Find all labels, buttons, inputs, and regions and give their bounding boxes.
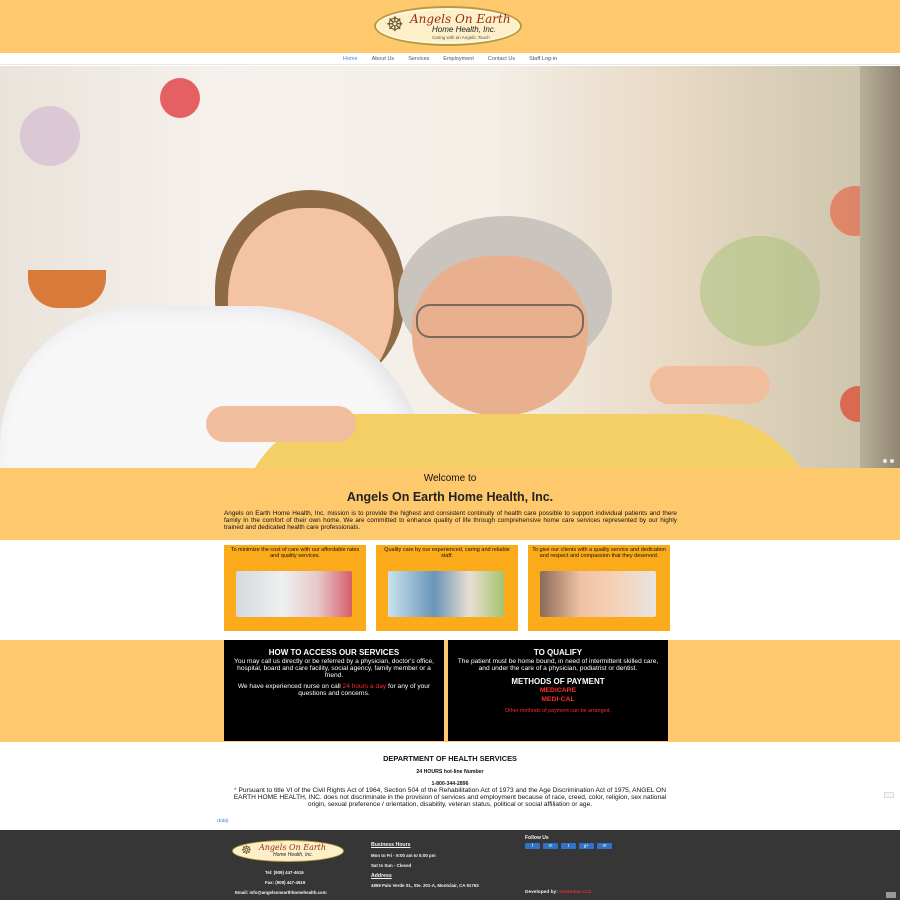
site-footer: ☸ Angels On Earth Home Health, Inc. Tel:… [0, 830, 900, 900]
feature-card-text: To give our clients with a quality servi… [532, 547, 666, 560]
department-section: DEPARTMENT OF HEALTH SERVICES 24 HOURS h… [0, 742, 900, 830]
qualify-title: TO QUALIFY [533, 648, 583, 657]
welcome-title: Angels On Earth Home Health, Inc. [346, 490, 554, 504]
site-header: ☸ Angels On Earth Home Health, Inc. Cari… [0, 0, 900, 53]
qualify-body: The patient must be home bound, in need … [457, 658, 659, 673]
caregiver-photo [388, 571, 504, 617]
footer-address: 4959 Palo Verde St., Ste. 201-A, Montcla… [371, 883, 479, 888]
caregiver-photo [236, 571, 352, 617]
developer-link[interactable]: GoGlobal LLC. [559, 890, 593, 895]
nav-staff-login[interactable]: Staff Log-in [522, 53, 564, 64]
follow-us-title: Follow Us [525, 835, 549, 841]
angel-icon: ☸ [386, 12, 404, 36]
payment-other: Other methods of payment can be arranged… [504, 708, 612, 715]
nav-contact-us[interactable]: Contact Us [481, 53, 522, 64]
nav-services[interactable]: Services [401, 53, 436, 64]
feature-card-quality: Quality care by our experienced, caring … [376, 545, 518, 631]
access-body: You may call us directly or be referred … [234, 658, 434, 680]
edit-link[interactable]: (Edit) [217, 819, 228, 824]
nurse-hours-highlight: 24 hours a day [342, 682, 387, 690]
hero-slider [0, 66, 900, 468]
logo-subtitle: Home Health, Inc. [432, 25, 497, 34]
feature-card-cost: To minimize the cost of care with our af… [224, 545, 366, 631]
qualify-box: TO QUALIFY The patient must be home boun… [448, 640, 668, 741]
nondiscrimination-notice: * Pursuant to title VI of the Civil Righ… [225, 787, 675, 809]
footer-logo[interactable]: ☸ Angels On Earth Home Health, Inc. [232, 840, 344, 862]
feature-card-text: To minimize the cost of care with our af… [230, 547, 360, 560]
page: ☸ Angels On Earth Home Health, Inc. Cari… [0, 0, 900, 900]
site-logo[interactable]: ☸ Angels On Earth Home Health, Inc. Cari… [374, 6, 522, 46]
payment-medicare: MEDICARE [539, 687, 577, 695]
facebook-icon[interactable]: f [525, 843, 540, 849]
social-links: f ✉ t g+ ✉ [525, 843, 612, 849]
hours-weekday: Mon to Fri - 9:00 am to 5:00 pm [371, 853, 436, 858]
hours-weekend: Sat to Sun - Closed [371, 863, 412, 868]
nurse-on-call: We have experienced nurse on call 24 hou… [232, 683, 436, 697]
feature-card-dedication: To give our clients with a quality servi… [528, 545, 670, 631]
slider-dots [883, 459, 894, 463]
twitter-icon[interactable]: t [561, 843, 576, 849]
business-hours-title: Business Hours [371, 842, 411, 848]
slider-dot[interactable] [890, 459, 894, 463]
slider-dot[interactable] [883, 459, 887, 463]
payment-title: METHODS OF PAYMENT [511, 677, 605, 687]
elder-glasses [416, 304, 584, 338]
side-widget-button[interactable] [884, 792, 894, 798]
hero-flower [160, 78, 200, 118]
department-title: DEPARTMENT OF HEALTH SERVICES [383, 754, 517, 763]
welcome-mission: Angels on Earth Home Health, Inc. missio… [224, 510, 677, 531]
welcome-kicker: Welcome to [423, 473, 477, 484]
notice-star: * [234, 787, 237, 794]
info-band: HOW TO ACCESS OUR SERVICES You may call … [0, 640, 900, 742]
feature-card-text: Quality care by our experienced, caring … [384, 547, 510, 560]
footer-logo-brand: Angels On Earth [259, 843, 327, 852]
nav-home[interactable]: Home [336, 53, 365, 64]
feature-cards: To minimize the cost of care with our af… [0, 540, 900, 640]
access-services-box: HOW TO ACCESS OUR SERVICES You may call … [224, 640, 444, 741]
nurse-on-call-text: We have experienced nurse on call [237, 682, 343, 690]
footer-fax: Fax: (909) 447-4619 [265, 880, 306, 885]
notice-text: Pursuant to title VI of the Civil Rights… [233, 787, 667, 809]
angel-icon: ☸ [241, 843, 252, 857]
nav-about-us[interactable]: About Us [365, 53, 402, 64]
hotline-label: 24 HOURS hot-line Number [416, 769, 484, 775]
scroll-to-top-button[interactable] [886, 892, 896, 898]
footer-logo-subtitle: Home Health, Inc. [273, 852, 314, 858]
email-icon[interactable]: ✉ [597, 843, 612, 849]
logo-tagline: Caring with an Angelic Touch [432, 35, 490, 40]
developed-by-label: Developed by: [525, 890, 558, 895]
hero-hand [206, 406, 356, 442]
footer-email[interactable]: Email: info@angelsonearthhomehealth.com [235, 890, 327, 895]
logo-brand: Angels On Earth [410, 12, 511, 26]
main-nav: Home About Us Services Employment Contac… [0, 53, 900, 65]
payment-medi-cal: MEDI-CAL [541, 696, 575, 704]
mail-icon[interactable]: ✉ [543, 843, 558, 849]
nav-employment[interactable]: Employment [436, 53, 481, 64]
address-title: Address [371, 873, 392, 879]
hero-railing [860, 66, 900, 468]
hero-hand [650, 366, 770, 404]
footer-tel[interactable]: Tel: (909) 447-4615 [265, 870, 304, 875]
developer-credit: Developed by: GoGlobal LLC. [525, 890, 593, 895]
googleplus-icon[interactable]: g+ [579, 843, 594, 849]
hands-photo [540, 571, 656, 617]
welcome-section: Welcome to Angels On Earth Home Health, … [0, 468, 900, 540]
access-title: HOW TO ACCESS OUR SERVICES [268, 648, 400, 657]
